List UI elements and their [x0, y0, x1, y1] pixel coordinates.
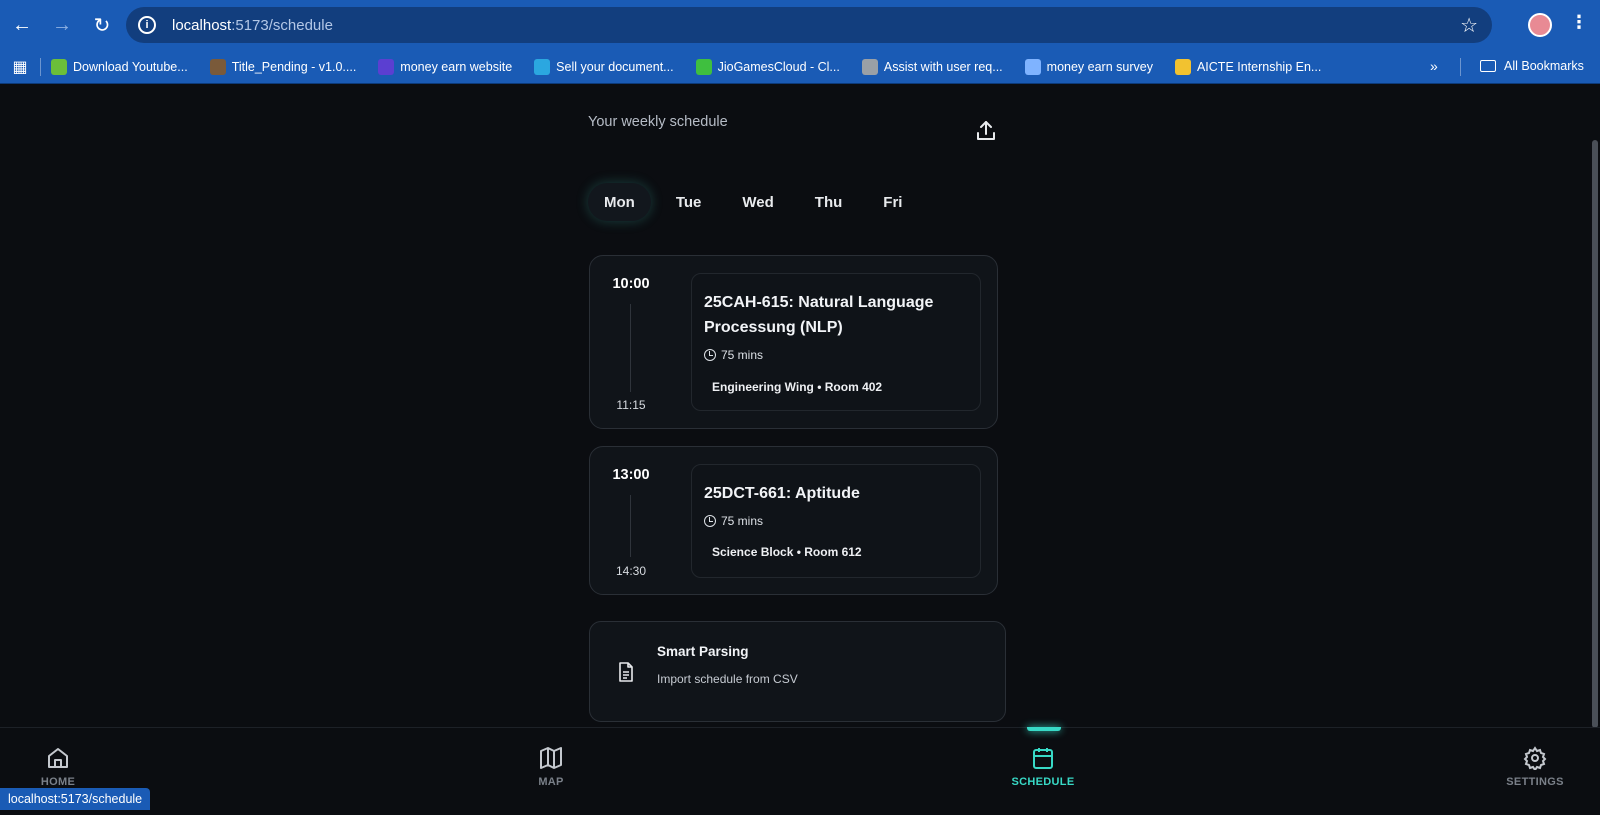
page-scrollbar[interactable] — [1592, 140, 1598, 728]
class-end-time: 14:30 — [615, 564, 647, 578]
day-tab-tue[interactable]: Tue — [660, 183, 718, 221]
bookmarks-divider — [1460, 58, 1461, 76]
bottom-navigation: HOME MAP SCHEDULE SETTINGS — [0, 727, 1600, 815]
more-bookmarks-icon[interactable]: » — [1430, 58, 1438, 74]
bookmark-label: money earn website — [400, 59, 513, 74]
bookmark-favicon-icon — [209, 58, 226, 75]
bookmarks-separator — [40, 57, 41, 76]
bookmark-favicon-icon — [378, 58, 395, 75]
smart-parsing-card[interactable]: Smart Parsing Import schedule from CSV — [589, 621, 1006, 722]
bookmark-item[interactable]: Assist with user req... — [861, 58, 1003, 75]
bookmark-item[interactable]: Title_Pending - v1.0.... — [209, 58, 357, 75]
class-duration: 75 mins — [704, 514, 763, 528]
nav-settings-label: SETTINGS — [1506, 776, 1564, 788]
bookmark-item[interactable]: AICTE Internship En... — [1174, 58, 1322, 75]
nav-map[interactable]: MAP — [506, 746, 596, 788]
clock-icon — [704, 349, 716, 361]
gear-icon — [1523, 746, 1547, 770]
nav-settings[interactable]: SETTINGS — [1490, 746, 1580, 788]
bookmark-item[interactable]: Download Youtube... — [51, 58, 188, 75]
calendar-icon — [1033, 748, 1053, 769]
bookmark-label: Title_Pending - v1.0.... — [231, 59, 357, 74]
duration-label: 75 mins — [721, 348, 764, 362]
browser-toolbar: ← → ↻ i localhost:5173/schedule ☆ ⋮ — [0, 0, 1600, 50]
upload-share-icon[interactable] — [976, 120, 996, 142]
class-card[interactable]: 10:00 11:15 25CAH-615: Natural Language … — [589, 255, 998, 429]
nav-schedule[interactable]: SCHEDULE — [998, 746, 1088, 788]
status-bar-url: localhost:5173/schedule — [0, 788, 151, 810]
clock-icon — [704, 515, 716, 527]
all-bookmarks-label: All Bookmarks — [1504, 59, 1584, 73]
bookmark-label: AICTE Internship En... — [1196, 59, 1322, 74]
nav-map-label: MAP — [538, 776, 564, 788]
timeline-line — [630, 304, 631, 392]
bookmark-label: Assist with user req... — [883, 59, 1003, 74]
bookmark-item[interactable]: money earn survey — [1024, 58, 1153, 75]
duration-label: 75 mins — [721, 514, 764, 528]
course-title: 25CAH-615: Natural Language Processung (… — [704, 294, 934, 336]
bookmarks-bar: ▦ Download Youtube... Title_Pending - v1.… — [0, 50, 1600, 84]
nav-schedule-label: SCHEDULE — [1011, 776, 1075, 788]
active-tab-indicator — [1027, 727, 1061, 731]
bookmark-star-icon[interactable]: ☆ — [1460, 13, 1478, 38]
bookmark-favicon-icon — [534, 58, 551, 75]
bookmark-favicon-icon — [1174, 58, 1191, 75]
day-tab-thu[interactable]: Thu — [799, 183, 859, 221]
day-tab-mon[interactable]: Mon — [588, 183, 651, 221]
home-icon — [48, 748, 68, 768]
nav-home[interactable]: HOME — [13, 746, 103, 788]
site-info-icon[interactable]: i — [138, 16, 156, 34]
bookmark-favicon-icon — [861, 58, 878, 75]
apps-grid-icon[interactable]: ▦ — [0, 57, 40, 77]
document-icon — [619, 662, 633, 682]
class-location: Science Block • Room 612 — [712, 545, 862, 559]
bookmark-label: JioGamesCloud - Cl... — [717, 59, 840, 74]
class-details: 25CAH-615: Natural Language Processung (… — [691, 273, 981, 411]
nav-home-label: HOME — [40, 776, 76, 788]
map-icon — [540, 747, 562, 769]
day-tabs: Mon Tue Wed Thu Fri — [588, 183, 927, 221]
class-details: 25DCT-661: Aptitude 75 mins Science Bloc… — [691, 464, 981, 578]
class-location: Engineering Wing • Room 402 — [712, 380, 883, 394]
bookmark-label: Download Youtube... — [73, 59, 188, 74]
smart-parsing-title: Smart Parsing — [657, 644, 749, 659]
all-bookmarks-button[interactable]: All Bookmarks — [1480, 59, 1584, 73]
class-card[interactable]: 13:00 14:30 25DCT-661: Aptitude 75 mins … — [589, 446, 998, 595]
browser-menu-icon[interactable]: ⋮ — [1570, 12, 1588, 33]
bookmark-item[interactable]: JioGamesCloud - Cl... — [695, 58, 840, 75]
url-host: localhost — [172, 16, 232, 34]
folder-icon — [1480, 60, 1496, 72]
bookmark-label: money earn survey — [1046, 59, 1153, 74]
bookmark-favicon-icon — [51, 58, 67, 75]
class-start-time: 13:00 — [612, 467, 650, 483]
day-tab-wed[interactable]: Wed — [726, 183, 789, 221]
bookmark-list: Download Youtube... Title_Pending - v1.0.… — [51, 58, 1343, 75]
class-duration: 75 mins — [704, 348, 763, 362]
profile-avatar[interactable] — [1528, 13, 1552, 37]
bookmark-label: Sell your document... — [556, 59, 674, 74]
bookmark-item[interactable]: Sell your document... — [534, 58, 674, 75]
page-subtitle: Your weekly schedule — [588, 114, 728, 130]
address-bar[interactable]: i localhost:5173/schedule ☆ — [126, 7, 1492, 43]
timeline-line — [630, 495, 631, 557]
back-arrow-icon[interactable]: ← — [4, 7, 40, 43]
url-path: :5173/schedule — [231, 16, 333, 34]
bookmark-favicon-icon — [695, 58, 712, 75]
bookmark-item[interactable]: money earn website — [378, 58, 513, 75]
smart-parsing-subtitle: Import schedule from CSV — [657, 672, 798, 686]
reload-icon[interactable]: ↻ — [84, 7, 120, 43]
bookmark-favicon-icon — [1024, 58, 1041, 75]
class-start-time: 10:00 — [612, 276, 650, 292]
course-title: 25DCT-661: Aptitude — [704, 485, 860, 502]
day-tab-fri[interactable]: Fri — [867, 183, 918, 221]
class-end-time: 11:15 — [616, 398, 646, 412]
forward-arrow-icon[interactable]: → — [44, 7, 80, 43]
url-text[interactable]: localhost:5173/schedule — [172, 17, 333, 34]
